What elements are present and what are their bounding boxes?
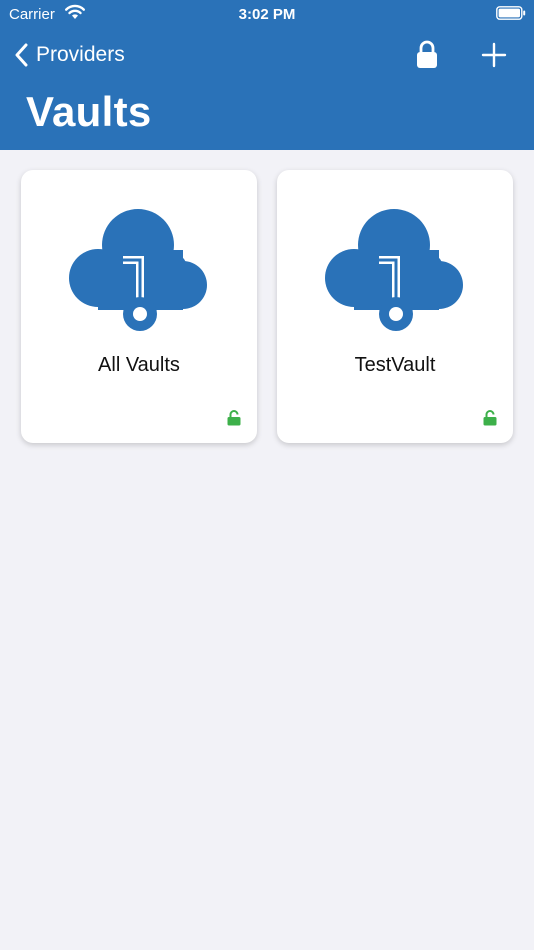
vault-name: TestVault: [354, 354, 436, 376]
lock-all-button[interactable]: [416, 40, 438, 74]
chevron-left-icon: [15, 43, 28, 67]
battery-icon: [496, 6, 526, 24]
unlocked-icon: [227, 410, 241, 431]
status-bar: Carrier 3:02 PM: [0, 0, 534, 28]
lock-icon: [417, 40, 437, 68]
vault-card-testvault[interactable]: TestVault: [277, 170, 513, 443]
navigation-header: Carrier 3:02 PM Providers Vaults: [0, 0, 534, 150]
page-title: Vaults: [26, 88, 152, 135]
back-button-label: Providers: [36, 43, 125, 66]
cloud-key-icon: [324, 190, 466, 337]
vault-card-all-vaults[interactable]: All Vaults: [21, 170, 257, 443]
add-vault-button[interactable]: [481, 42, 507, 73]
clock: 3:02 PM: [238, 6, 296, 23]
vault-name: All Vaults: [98, 354, 180, 376]
unlocked-icon: [483, 410, 497, 431]
plus-icon: [481, 42, 507, 68]
back-button[interactable]: Providers: [14, 40, 125, 70]
cloud-key-icon: [68, 190, 210, 337]
